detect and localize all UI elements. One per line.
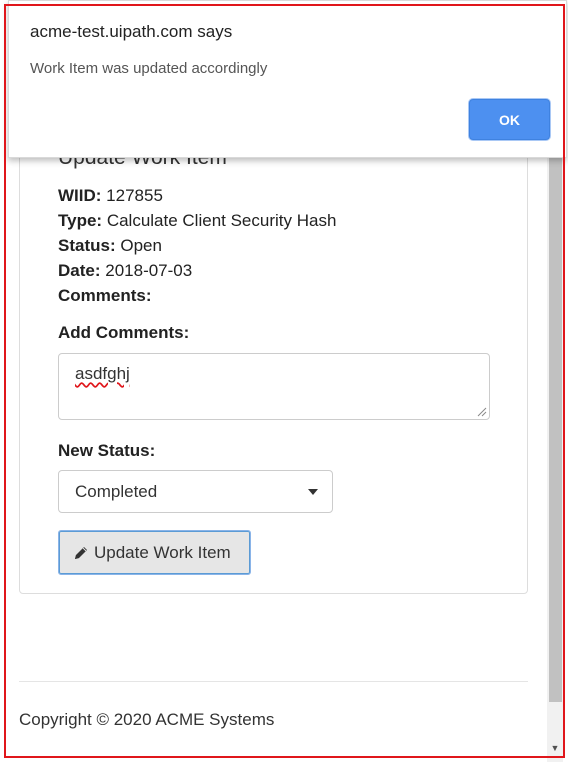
select-value: Completed xyxy=(75,482,158,501)
update-button-label: Update Work Item xyxy=(94,542,231,562)
field-type: Type: Calculate Client Security Hash xyxy=(58,211,336,231)
field-label: Comments: xyxy=(58,286,152,305)
add-comments-label: Add Comments: xyxy=(58,323,190,342)
dialog-title: acme-test.uipath.com says xyxy=(30,22,233,41)
field-comments: Comments: xyxy=(58,286,152,306)
field-status: Status: Open xyxy=(58,236,162,256)
ok-button[interactable]: OK xyxy=(469,99,550,140)
field-value: 2018-07-03 xyxy=(105,261,193,280)
resize-grip-icon[interactable] xyxy=(477,407,487,417)
field-label: Type: xyxy=(58,211,103,230)
new-status-label: New Status: xyxy=(58,441,156,460)
footer-divider xyxy=(19,681,528,682)
update-work-item-button[interactable]: Update Work Item xyxy=(58,530,251,575)
field-label: Date: xyxy=(58,261,101,280)
comments-textarea[interactable]: asdfghj xyxy=(58,353,490,420)
scroll-down-arrow-icon[interactable]: ▼ xyxy=(550,743,560,753)
new-status-select[interactable]: Completed xyxy=(58,470,333,513)
field-date: Date: 2018-07-03 xyxy=(58,261,192,281)
comment-text: asdfghj xyxy=(75,364,130,383)
field-value: Calculate Client Security Hash xyxy=(106,211,337,230)
field-label: Status: xyxy=(58,236,116,255)
update-work-item-panel xyxy=(19,110,528,594)
field-wiid: WIID: 127855 xyxy=(58,186,163,206)
dialog-message: Work Item was updated accordingly xyxy=(30,60,268,77)
alert-dialog: acme-test.uipath.com says Work Item was … xyxy=(8,0,567,158)
field-label: WIID: xyxy=(58,186,102,205)
field-value: 127855 xyxy=(106,186,163,205)
pencil-icon xyxy=(75,546,87,559)
chevron-down-icon xyxy=(308,489,318,495)
field-value: Open xyxy=(120,236,162,255)
copyright-text: Copyright © 2020 ACME Systems xyxy=(19,710,275,729)
